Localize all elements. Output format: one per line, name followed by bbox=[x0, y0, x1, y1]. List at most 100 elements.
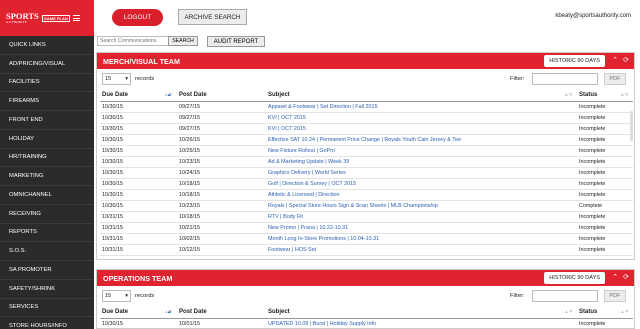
subject-header[interactable]: Subject ▲▼ bbox=[266, 307, 577, 319]
refresh-icon[interactable]: ⟳ bbox=[623, 273, 629, 282]
hamburger-menu-icon[interactable] bbox=[72, 15, 80, 21]
records-label: records bbox=[135, 76, 155, 82]
chevron-up-icon[interactable]: ⌃ bbox=[612, 273, 618, 282]
panel-title: OPERATIONS TEAM bbox=[103, 274, 173, 283]
scrollbar[interactable] bbox=[630, 111, 633, 141]
subject-link[interactable]: Golf | Direction & Survey | OCT 2015 bbox=[266, 178, 577, 190]
status-cell: Incomplete bbox=[577, 222, 633, 234]
table-row[interactable]: 10/31/15 10/18/15 RTV | Body Fit Incomplete bbox=[100, 211, 633, 223]
status-cell: Incomplete bbox=[577, 123, 633, 135]
subject-link[interactable]: UPDATED 10.09 | Burst | Holiday Supply I… bbox=[266, 318, 577, 328]
merch-visual-panel: MERCH/VISUAL TEAM HISTORIC 90 DAYS ⌃ ⟳ 1… bbox=[96, 52, 635, 260]
sidebar-item-ad-pricing-visual[interactable]: AD/PRICING/VISUAL bbox=[0, 55, 94, 74]
table-row[interactable]: 10/31/15 10/21/15 New Promo | Prana | 10.2… bbox=[100, 222, 633, 234]
archive-search-button[interactable]: ARCHIVE SEARCH bbox=[178, 9, 247, 25]
table-row[interactable]: 10/30/15 10/18/15 Golf | Direction & Surve… bbox=[100, 178, 633, 190]
subject-link[interactable]: New Promo | Prana | 10.22-10.31 bbox=[266, 222, 577, 234]
table-row[interactable]: 10/30/15 10/23/15 Ad & Marketing Update | … bbox=[100, 156, 633, 168]
historic-90-days-button[interactable]: HISTORIC 90 DAYS bbox=[544, 55, 605, 67]
status-header[interactable]: Status ▲▼ bbox=[577, 307, 633, 319]
filter-input[interactable] bbox=[532, 290, 598, 302]
post-date-cell: 10/02/15 bbox=[177, 233, 266, 245]
search-button[interactable]: SEARCH bbox=[168, 36, 198, 46]
historic-90-days-button[interactable]: HISTORIC 90 DAYS bbox=[544, 272, 605, 284]
post-date-cell: 09/27/15 bbox=[177, 101, 266, 113]
search-input[interactable] bbox=[97, 36, 169, 46]
status-cell: Incomplete bbox=[577, 101, 633, 113]
due-date-cell: 10/30/15 bbox=[100, 101, 177, 113]
sidebar-item-front-end[interactable]: FRONT END bbox=[0, 111, 94, 130]
operations-panel: OPERATIONS TEAM HISTORIC 90 DAYS ⌃ ⟳ 15 … bbox=[96, 269, 635, 329]
status-cell: Incomplete bbox=[577, 233, 633, 245]
records-per-page-select[interactable]: 15 ▾ bbox=[102, 73, 131, 85]
table-row[interactable]: 10/30/15 10/26/15 Effective SAT 10.24 | Pe… bbox=[100, 134, 633, 146]
subject-link[interactable]: KVI | OCT 2015 bbox=[266, 123, 577, 135]
logout-button[interactable]: LOGOUT bbox=[112, 9, 163, 26]
sidebar-item-omnichannel[interactable]: OMNICHANNEL bbox=[0, 186, 94, 205]
subject-header-label: Subject bbox=[268, 309, 290, 316]
sort-icon: ▲▼ bbox=[564, 92, 573, 97]
subject-link[interactable]: Graphics Delivery | World Series bbox=[266, 167, 577, 179]
post-date-header[interactable]: ▲ Post Date bbox=[167, 307, 266, 319]
sports-authority-logo[interactable]: SPORTS AUTHORITY GAME PLAN bbox=[6, 11, 70, 24]
status-cell: Incomplete bbox=[577, 178, 633, 190]
sidebar-item-services[interactable]: SERVICES bbox=[0, 299, 94, 318]
records-per-page-select[interactable]: 15 ▾ bbox=[102, 290, 131, 302]
search-row: SEARCH AUDIT REPORT bbox=[94, 33, 640, 50]
table-row[interactable]: 10/30/15 09/27/15 KVI | OCT 2015 Incomplete bbox=[100, 123, 633, 135]
sidebar-item-store-hours[interactable]: STORE HOURS/INFO bbox=[0, 317, 94, 329]
post-date-cell: 10/23/15 bbox=[177, 156, 266, 168]
post-date-header[interactable]: ▲ Post Date bbox=[167, 90, 266, 102]
subject-link[interactable]: New Fixture Rollout | GoPro bbox=[266, 145, 577, 157]
subject-link[interactable]: Ad & Marketing Update | Week 39 bbox=[266, 156, 577, 168]
table-row[interactable]: 10/30/15 09/27/15 KVI | OCT 2015 Incomplete bbox=[100, 112, 633, 124]
status-cell: Incomplete bbox=[577, 211, 633, 223]
pdf-button[interactable]: PDF bbox=[604, 290, 626, 302]
pdf-button[interactable]: PDF bbox=[604, 73, 626, 85]
post-date-header-label: Post Date bbox=[179, 309, 207, 316]
due-date-header[interactable]: Due Date ▲▼ bbox=[100, 90, 177, 102]
subject-link[interactable]: Effective SAT 10.24 | Permanent Price Ch… bbox=[266, 134, 577, 146]
status-header[interactable]: Status ▲▼ bbox=[577, 90, 633, 102]
filter-input[interactable] bbox=[532, 73, 598, 85]
sidebar-item-sa-promoter[interactable]: SA PROMOTER bbox=[0, 261, 94, 280]
post-date-cell: 10/24/15 bbox=[177, 167, 266, 179]
table-row[interactable]: 10/30/15 10/23/15 Royals | Special Store H… bbox=[100, 200, 633, 212]
refresh-icon[interactable]: ⟳ bbox=[623, 56, 629, 65]
sidebar-item-firearms[interactable]: FIREARMS bbox=[0, 92, 94, 111]
subject-link[interactable]: RTV | Body Fit bbox=[266, 211, 577, 223]
sidebar-item-hr-training[interactable]: HR/TRAINING bbox=[0, 149, 94, 168]
subject-link[interactable]: Footwear | HOS Set bbox=[266, 244, 577, 256]
subject-header[interactable]: Subject ▲▼ bbox=[266, 90, 577, 102]
table-row[interactable]: 10/30/15 10/01/15 UPDATED 10.09 | Burst | … bbox=[100, 318, 633, 328]
table-row[interactable]: 10/30/15 09/27/15 Apparel & Footwear | Set… bbox=[100, 101, 633, 113]
due-date-header[interactable]: Due Date ▲▼ bbox=[100, 307, 177, 319]
sidebar-nav: QUICK LINKS AD/PRICING/VISUAL FACILITIES… bbox=[0, 36, 94, 329]
sidebar-item-holiday[interactable]: HOLIDAY bbox=[0, 130, 94, 149]
subject-link[interactable]: Apparel & Footwear | Set Direction | Fal… bbox=[266, 101, 577, 113]
status-cell: Incomplete bbox=[577, 244, 633, 256]
sidebar-item-quick-links[interactable]: QUICK LINKS bbox=[0, 36, 94, 55]
table-row[interactable]: 10/30/15 10/25/15 New Fixture Rollout | Go… bbox=[100, 145, 633, 157]
subject-link[interactable]: KVI | OCT 2015 bbox=[266, 112, 577, 124]
table-row[interactable]: 10/30/15 10/24/15 Graphics Delivery | Worl… bbox=[100, 167, 633, 179]
table-row[interactable]: 10/31/15 10/12/15 Footwear | HOS Set Incomp… bbox=[100, 244, 633, 256]
sidebar-item-sos[interactable]: S.O.S. bbox=[0, 242, 94, 261]
sidebar-item-marketing[interactable]: MARKETING bbox=[0, 167, 94, 186]
post-date-cell: 10/25/15 bbox=[177, 145, 266, 157]
status-header-label: Status bbox=[579, 92, 598, 99]
post-date-cell: 09/27/15 bbox=[177, 112, 266, 124]
sidebar-item-facilities[interactable]: FACILITIES bbox=[0, 74, 94, 93]
chevron-up-icon[interactable]: ⌃ bbox=[612, 56, 618, 65]
audit-report-button[interactable]: AUDIT REPORT bbox=[207, 36, 265, 47]
post-date-cell: 10/18/15 bbox=[177, 211, 266, 223]
table-row[interactable]: 10/31/15 10/02/15 Month Long In-Store Prom… bbox=[100, 233, 633, 245]
sidebar-item-receiving[interactable]: RECEIVING bbox=[0, 205, 94, 224]
subject-link[interactable]: Athletic & Licensed | Direction bbox=[266, 189, 577, 201]
sidebar-item-reports[interactable]: REPORTS bbox=[0, 224, 94, 243]
records-value: 15 bbox=[105, 76, 112, 82]
table-row[interactable]: 10/30/15 10/18/15 Athletic & Licensed | Di… bbox=[100, 189, 633, 201]
sidebar-item-safety-shrink[interactable]: SAFETY/SHRINK bbox=[0, 280, 94, 299]
subject-link[interactable]: Royals | Special Store Hours Sign & Scan… bbox=[266, 200, 577, 212]
subject-link[interactable]: Month Long In-Store Promotions | 10.04-1… bbox=[266, 233, 577, 245]
